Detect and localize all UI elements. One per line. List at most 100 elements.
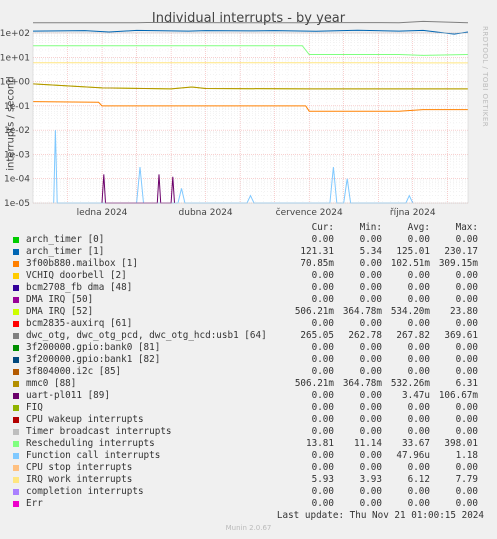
legend-swatch xyxy=(13,417,19,423)
x-tick-label: října 2024 xyxy=(390,208,436,218)
legend-cur-value: 0.00 xyxy=(311,270,334,281)
legend-label: completion interrupts xyxy=(26,486,144,497)
legend-max-value: 398.01 xyxy=(444,438,478,449)
legend-label: DMA IRQ [52] xyxy=(26,306,94,317)
legend-max-value: 0.00 xyxy=(455,426,478,437)
legend-swatch xyxy=(13,501,19,507)
legend-row: 3f200000.gpio:bank0 [81] 0.00 0.00 0.00 0.00 xyxy=(12,342,488,354)
legend-row: mmc0 [88] 506.21m 364.78m 532.26m 6.31 xyxy=(12,378,488,390)
legend-max-value: 6.31 xyxy=(455,378,478,389)
legend-min-value: 11.14 xyxy=(354,438,382,449)
legend-min-value: 0.00 xyxy=(359,234,382,245)
x-tick-label: dubna 2024 xyxy=(179,208,233,218)
legend-cur-value: 0.00 xyxy=(311,282,334,293)
rrdtool-credit: RRDTOOL / TOBI OETIKER xyxy=(481,26,489,128)
legend-avg-value: 534.20m xyxy=(390,306,430,317)
legend-min-value: 0.00 xyxy=(359,270,382,281)
legend-row: Function call interrupts 0.00 0.00 47.96u 1.… xyxy=(12,450,488,462)
legend-avg-value: 0.00 xyxy=(407,462,430,473)
legend-max-value: 0.00 xyxy=(455,318,478,329)
legend-row: arch_timer [0] 0.00 0.00 0.00 0.00 xyxy=(12,234,488,246)
legend-label: DMA IRQ [50] xyxy=(26,294,94,305)
legend-row: bcm2835-auxirq [61] 0.00 0.00 0.00 0.00 xyxy=(12,318,488,330)
legend-label: 3f200000.gpio:bank1 [82] xyxy=(26,354,161,365)
legend-cur-value: 0.00 xyxy=(311,402,334,413)
legend-label: 3f804000.i2c [85] xyxy=(26,366,122,377)
legend-swatch xyxy=(13,441,19,447)
legend-min-value: 364.78m xyxy=(342,378,382,389)
legend-swatch xyxy=(13,297,19,303)
legend-swatch xyxy=(13,345,19,351)
y-axis-label-box: interrupts / second xyxy=(4,60,18,190)
legend-label: mmc0 [88] xyxy=(26,378,77,389)
legend-max-value: 0.00 xyxy=(455,486,478,497)
legend-avg-value: 0.00 xyxy=(407,414,430,425)
legend-label: 3f00b880.mailbox [1] xyxy=(26,258,138,269)
legend-avg-value: 0.00 xyxy=(407,270,430,281)
legend-swatch xyxy=(13,453,19,459)
legend-cur-value: 0.00 xyxy=(311,450,334,461)
legend-min-value: 0.00 xyxy=(359,366,382,377)
last-update: Last update: Thu Nov 21 01:00:15 2024 xyxy=(276,510,484,521)
legend-max-value: 0.00 xyxy=(455,294,478,305)
legend-cur-value: 0.00 xyxy=(311,486,334,497)
legend-cur-value: 506.21m xyxy=(294,378,334,389)
legend-swatch xyxy=(13,237,19,243)
legend-row: Rescheduling interrupts 13.81 11.14 33.67 39… xyxy=(12,438,488,450)
header-max: Max: xyxy=(455,222,478,233)
legend-min-value: 0.00 xyxy=(359,342,382,353)
legend-max-value: 369.61 xyxy=(444,330,478,341)
legend-max-value: 0.00 xyxy=(455,282,478,293)
legend-cur-value: 70.85m xyxy=(300,258,334,269)
legend-max-value: 0.00 xyxy=(455,342,478,353)
legend-min-value: 0.00 xyxy=(359,258,382,269)
legend-swatch xyxy=(13,309,19,315)
legend-row: FIQ 0.00 0.00 0.00 0.00 xyxy=(12,402,488,414)
legend-avg-value: 0.00 xyxy=(407,234,430,245)
legend-label: FIQ xyxy=(26,402,43,413)
legend-max-value: 230.17 xyxy=(444,246,478,257)
legend-max-value: 0.00 xyxy=(455,234,478,245)
legend-cur-value: 0.00 xyxy=(311,366,334,377)
legend-cur-value: 0.00 xyxy=(311,426,334,437)
legend-swatch xyxy=(13,489,19,495)
legend-max-value: 0.00 xyxy=(455,414,478,425)
legend-rows: arch_timer [0] 0.00 0.00 0.00 0.00 arch_timer… xyxy=(12,234,488,510)
legend-swatch xyxy=(13,369,19,375)
legend-min-value: 364.78m xyxy=(342,306,382,317)
legend-max-value: 309.15m xyxy=(438,258,478,269)
legend-row: Timer broadcast interrupts 0.00 0.00 0.00 0.… xyxy=(12,426,488,438)
legend-row: CPU wakeup interrupts 0.00 0.00 0.00 0.00 xyxy=(12,414,488,426)
header-avg: Avg: xyxy=(407,222,430,233)
legend-label: arch_timer [0] xyxy=(26,234,105,245)
legend-avg-value: 125.01 xyxy=(396,246,430,257)
legend-max-value: 0.00 xyxy=(455,498,478,509)
legend-max-value: 1.18 xyxy=(455,450,478,461)
legend-label: VCHIQ doorbell [2] xyxy=(26,270,127,281)
legend-min-value: 0.00 xyxy=(359,390,382,401)
legend-swatch xyxy=(13,381,19,387)
legend-avg-value: 0.00 xyxy=(407,282,430,293)
legend-min-value: 3.93 xyxy=(359,474,382,485)
legend-swatch xyxy=(13,261,19,267)
x-tick-labels: ledna 2024 dubna 2024 července 2024 října 2… xyxy=(77,207,436,218)
legend-min-value: 0.00 xyxy=(359,450,382,461)
legend-label: CPU wakeup interrupts xyxy=(26,414,144,425)
legend-avg-value: 6.12 xyxy=(407,474,430,485)
legend-swatch xyxy=(13,393,19,399)
header-cur: Cur: xyxy=(311,222,334,233)
legend-label: Err xyxy=(26,498,43,509)
legend-row: uart-pl011 [89] 0.00 0.00 3.47u 106.67m xyxy=(12,390,488,402)
legend-max-value: 0.00 xyxy=(455,366,478,377)
legend-cur-value: 0.00 xyxy=(311,390,334,401)
legend-avg-value: 0.00 xyxy=(407,294,430,305)
legend-label: uart-pl011 [89] xyxy=(26,390,110,401)
legend-avg-value: 0.00 xyxy=(407,354,430,365)
legend-min-value: 0.00 xyxy=(359,462,382,473)
legend-label: bcm2835-auxirq [61] xyxy=(26,318,133,329)
legend-row: DMA IRQ [50] 0.00 0.00 0.00 0.00 xyxy=(12,294,488,306)
legend-cur-value: 0.00 xyxy=(311,294,334,305)
legend-min-value: 0.00 xyxy=(359,414,382,425)
legend-avg-value: 0.00 xyxy=(407,498,430,509)
legend-label: dwc_otg, dwc_otg_pcd, dwc_otg_hcd:usb1 [… xyxy=(26,330,267,341)
